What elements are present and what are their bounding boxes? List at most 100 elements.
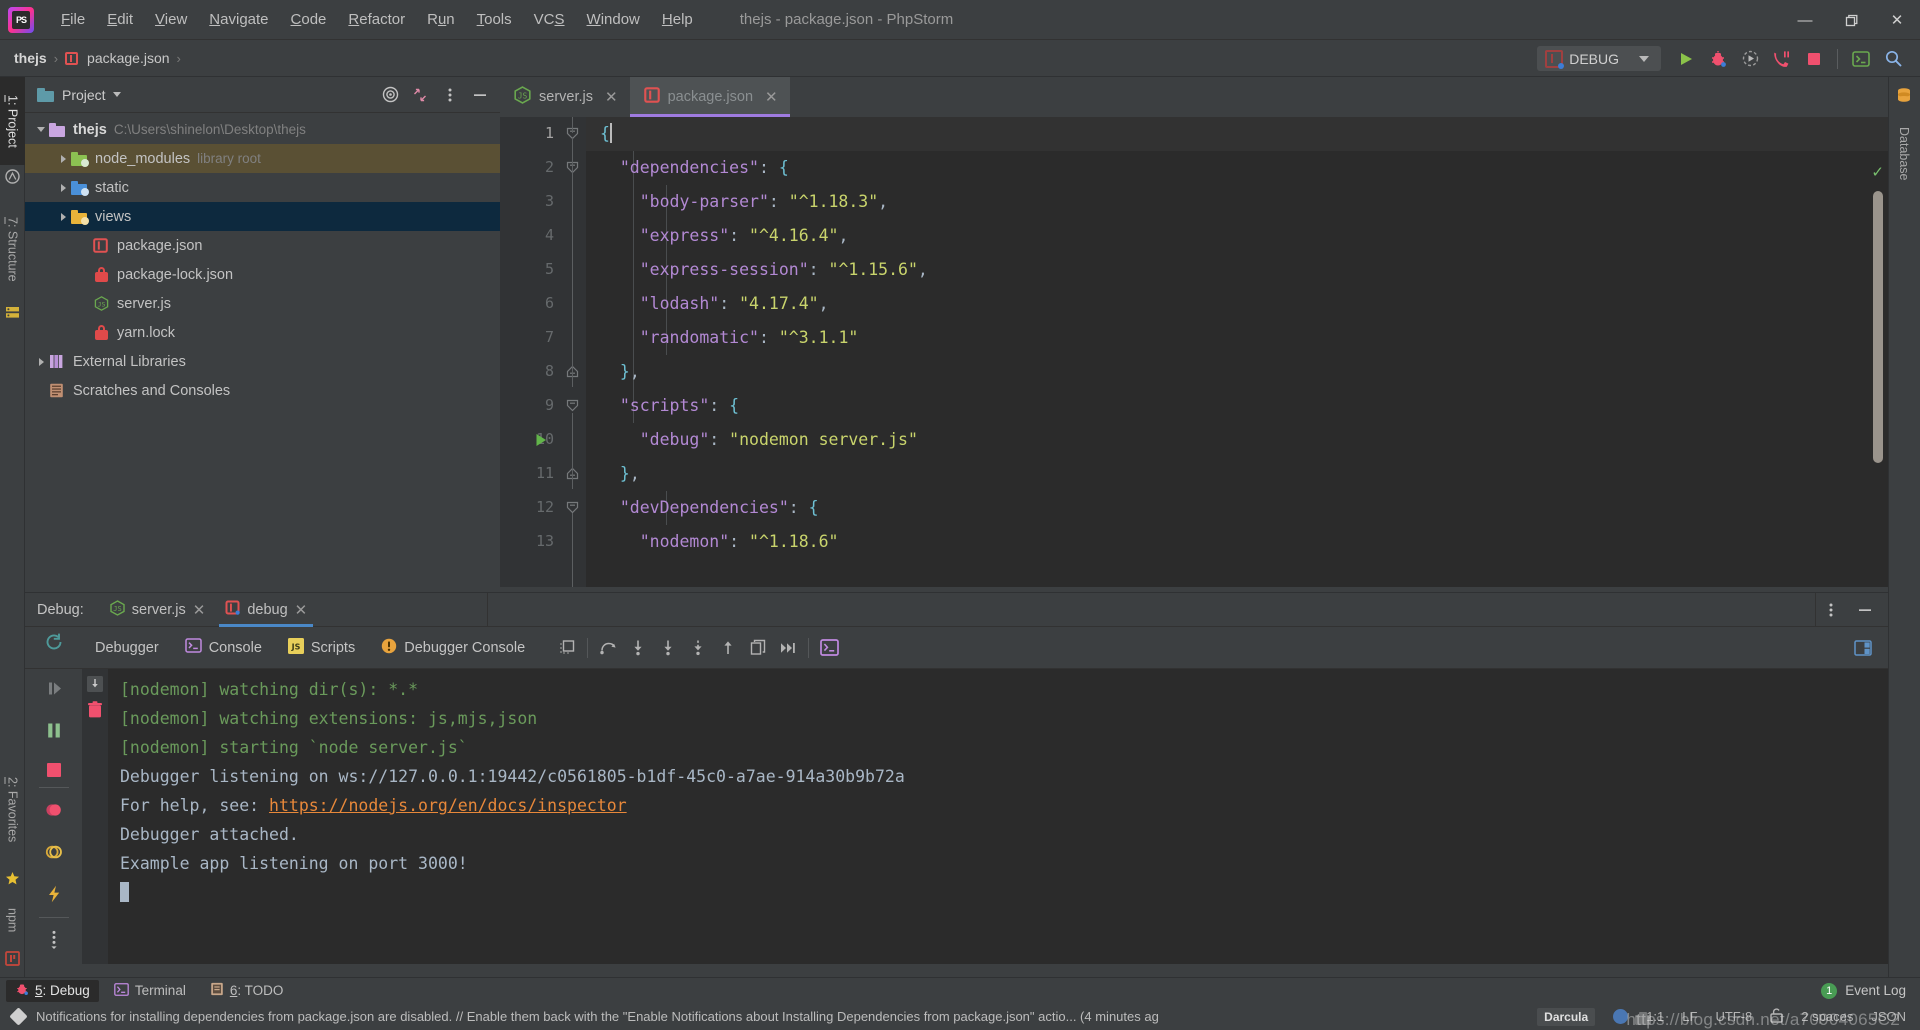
scroll-to-end-icon[interactable] <box>86 675 104 693</box>
maven-icon[interactable] <box>5 169 20 184</box>
code-line[interactable]: "express-session": "^1.15.6", <box>586 253 1888 287</box>
close-icon[interactable]: ✕ <box>765 88 778 106</box>
code-line[interactable]: { <box>586 117 1888 151</box>
smart-step-into-button[interactable] <box>683 634 713 662</box>
menu-item-vcs[interactable]: VCS <box>523 7 576 32</box>
code-editor[interactable]: 12345678910111213 { "dependencies": { "b… <box>500 117 1888 587</box>
editor-scrollbar-thumb[interactable] <box>1873 191 1883 463</box>
run-with-coverage-button[interactable] <box>1735 45 1765 73</box>
tab-console[interactable]: Console <box>172 633 275 663</box>
hide-icon[interactable] <box>466 81 494 109</box>
stop-button[interactable] <box>1799 45 1829 73</box>
theme-color-dot[interactable] <box>1613 1009 1628 1024</box>
code-line[interactable]: }, <box>586 355 1888 389</box>
code-line[interactable]: "debug": "nodemon server.js" <box>586 423 1888 457</box>
chevron-down-icon[interactable] <box>113 92 121 97</box>
attach-to-process-button[interactable] <box>1767 45 1797 73</box>
bottom-tab-terminal[interactable]: Terminal <box>105 980 195 1002</box>
menu-item-run[interactable]: Run <box>416 7 466 32</box>
code-line[interactable]: "scripts": { <box>586 389 1888 423</box>
debug-button[interactable] <box>1703 45 1733 73</box>
sidebar-item-npm[interactable]: npm <box>0 896 25 944</box>
menu-item-navigate[interactable]: Navigate <box>198 7 279 32</box>
breadcrumb-item-file[interactable]: package.json <box>87 50 170 66</box>
tree-item-node-modules[interactable]: node_moduleslibrary root <box>25 144 500 173</box>
menu-item-edit[interactable]: Edit <box>96 7 144 32</box>
editor-tab-package-json[interactable]: package.json✕ <box>630 77 790 117</box>
debug-session-tab-serverjs[interactable]: JS server.js ✕ <box>100 593 216 627</box>
open-console-button[interactable] <box>814 634 844 662</box>
tree-item-yarn-lock[interactable]: yarn.lock <box>25 318 500 347</box>
code-line[interactable]: "express": "^4.16.4", <box>586 219 1888 253</box>
theme-indicator[interactable]: Darcula <box>1537 1008 1595 1026</box>
encoding[interactable]: UTF-8 <box>1715 1009 1752 1024</box>
minimize-button[interactable]: — <box>1782 0 1828 40</box>
step-over-button[interactable] <box>593 634 623 662</box>
line-separator[interactable]: LF <box>1682 1009 1697 1024</box>
code-line[interactable]: "lodash": "4.17.4", <box>586 287 1888 321</box>
code-folding-gutter[interactable] <box>562 117 586 587</box>
terminal-button[interactable] <box>1846 45 1876 73</box>
stop-button[interactable] <box>41 757 67 783</box>
tab-debugger-console[interactable]: Debugger Console <box>368 633 538 663</box>
breadcrumb[interactable]: thejs › package.json › <box>14 50 184 66</box>
rerun-button[interactable] <box>41 629 67 655</box>
tree-item-server-js[interactable]: JSserver.js <box>25 289 500 318</box>
restore-layout-button[interactable] <box>552 634 582 662</box>
editor-right-gutter[interactable]: ✓ <box>1866 157 1888 587</box>
tree-item-scratches-and-consoles[interactable]: Scratches and Consoles <box>25 376 500 405</box>
menu-item-view[interactable]: View <box>144 7 198 32</box>
tree-item-views[interactable]: views <box>25 202 500 231</box>
code-line[interactable]: "nodemon": "^1.18.6" <box>586 525 1888 559</box>
pause-program-button[interactable] <box>41 717 67 743</box>
sidebar-item-structure[interactable]: 7: Structure <box>0 197 25 302</box>
status-notification[interactable]: Notifications for installing dependencie… <box>36 1009 1159 1024</box>
bottom-tab-todo[interactable]: 6: TODO <box>201 980 293 1002</box>
run-script-gutter-icon[interactable] <box>534 433 548 447</box>
sidebar-item-project[interactable]: 1: Project <box>0 77 25 165</box>
menu-item-help[interactable]: Help <box>651 7 704 32</box>
project-tree[interactable]: thejsC:\Users\shinelon\Desktop\thejsnode… <box>25 113 500 587</box>
tree-item-thejs[interactable]: thejsC:\Users\shinelon\Desktop\thejs <box>25 115 500 144</box>
run-to-cursor-button[interactable] <box>743 634 773 662</box>
tree-item-static[interactable]: static <box>25 173 500 202</box>
tree-item-external-libraries[interactable]: External Libraries <box>25 347 500 376</box>
tree-expand-icon[interactable] <box>33 127 49 132</box>
run-configuration-selector[interactable]: DEBUG <box>1537 46 1661 71</box>
console-output[interactable]: [nodemon] watching dir(s): *.*[nodemon] … <box>82 669 1888 964</box>
tree-expand-icon[interactable] <box>55 184 71 192</box>
tree-item-package-json[interactable]: package.json <box>25 231 500 260</box>
tab-debugger[interactable]: Debugger <box>82 633 172 663</box>
code-line[interactable]: "dependencies": { <box>586 151 1888 185</box>
close-icon[interactable]: ✕ <box>295 601 308 619</box>
notification-icon[interactable] <box>9 1007 27 1025</box>
menu-item-file[interactable]: File <box>50 7 96 32</box>
search-everywhere-button[interactable] <box>1878 45 1908 73</box>
code-line[interactable]: "body-parser": "^1.18.3", <box>586 185 1888 219</box>
close-icon[interactable]: ✕ <box>193 601 206 619</box>
code-line[interactable]: "devDependencies": { <box>586 491 1888 525</box>
bottom-tab-debug[interactable]: 5: Debug <box>6 980 99 1002</box>
editor-tab-server-js[interactable]: JSserver.js✕ <box>500 77 630 117</box>
force-step-into-button[interactable] <box>653 634 683 662</box>
indent-setting[interactable]: 2 spaces <box>1801 1009 1853 1024</box>
run-button[interactable] <box>1671 45 1701 73</box>
trash-icon[interactable] <box>87 701 103 719</box>
view-breakpoints-button[interactable] <box>41 797 67 823</box>
tree-expand-icon[interactable] <box>33 358 49 366</box>
breadcrumb-item-project[interactable]: thejs <box>14 50 47 66</box>
sidebar-item-favorites[interactable]: 2: Favorites <box>0 756 25 864</box>
evaluate-button[interactable] <box>41 881 67 907</box>
locate-icon[interactable] <box>376 81 404 109</box>
menu-bar[interactable]: FileEditViewNavigateCodeRefactorRunTools… <box>50 7 704 32</box>
editor-tab-bar[interactable]: JSserver.js✕package.json✕ <box>500 77 1888 117</box>
maximize-button[interactable] <box>1828 0 1874 40</box>
tree-expand-icon[interactable] <box>55 213 71 221</box>
menu-item-code[interactable]: Code <box>280 7 338 32</box>
code-line[interactable]: "randomatic": "^3.1.1" <box>586 321 1888 355</box>
menu-item-window[interactable]: Window <box>576 7 651 32</box>
menu-item-tools[interactable]: Tools <box>466 7 523 32</box>
options-icon[interactable] <box>436 81 464 109</box>
tab-scripts[interactable]: JS Scripts <box>275 633 368 663</box>
step-out-button[interactable] <box>713 634 743 662</box>
